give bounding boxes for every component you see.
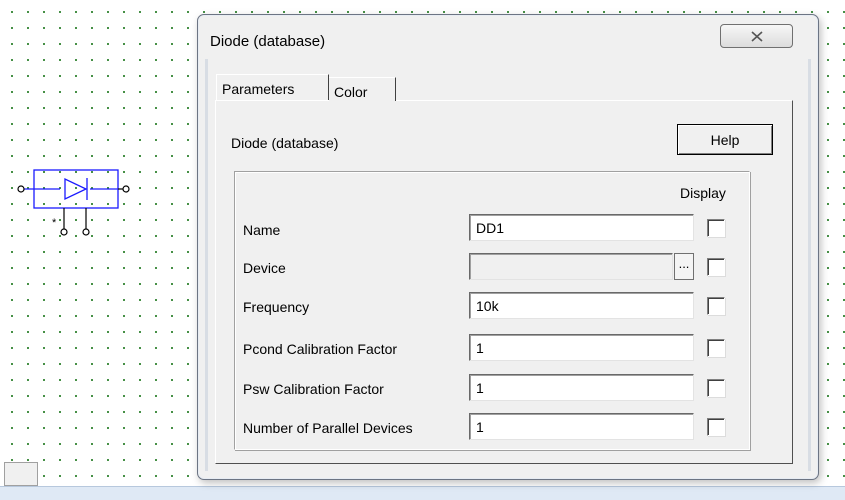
dialog-titlebar[interactable]: Diode (database) [198, 15, 818, 59]
frame-left [205, 59, 208, 471]
psw-calibration-field[interactable] [469, 374, 694, 401]
frequency-display-checkbox[interactable] [707, 297, 725, 315]
parallel-devices-field[interactable] [469, 413, 694, 440]
dialog-title: Diode (database) [210, 33, 326, 50]
pin-bottom-right-icon[interactable] [82, 228, 90, 236]
diode-symbol-icon[interactable] [22, 169, 119, 209]
pcond-calibration-label: Pcond Calibration Factor [243, 341, 398, 357]
psw-calibration-display-checkbox[interactable] [707, 379, 725, 397]
pin-marker: * [52, 217, 57, 229]
parallel-devices-display-checkbox[interactable] [707, 418, 725, 436]
frame-right [808, 59, 811, 471]
name-field[interactable] [469, 214, 694, 241]
display-header: Display [680, 185, 726, 201]
device-browse-button[interactable]: ... [674, 253, 694, 280]
psw-calibration-label: Psw Calibration Factor [243, 381, 384, 397]
tab-parameters[interactable]: Parameters [216, 74, 329, 100]
pin-bottom-left-icon[interactable] [60, 228, 68, 236]
status-bar [0, 486, 845, 500]
diode-component[interactable]: * [0, 0, 200, 260]
panel-title: Diode (database) [231, 135, 339, 151]
pcond-calibration-display-checkbox[interactable] [707, 339, 725, 357]
parallel-devices-label: Number of Parallel Devices [243, 420, 413, 436]
diode-properties-dialog: Diode (database) Parameters Color Diode … [197, 14, 819, 480]
tab-color[interactable]: Color [329, 77, 396, 101]
name-label: Name [243, 222, 281, 238]
tab-color-label: Color [334, 84, 368, 100]
pcond-calibration-field[interactable] [469, 334, 694, 361]
device-display-checkbox[interactable] [707, 258, 725, 276]
name-display-checkbox[interactable] [707, 219, 725, 237]
pin-left-icon[interactable] [17, 185, 25, 193]
close-icon [750, 30, 763, 42]
device-field [469, 253, 673, 280]
frequency-label: Frequency [243, 299, 310, 315]
frequency-field[interactable] [469, 292, 694, 319]
pin-right-icon[interactable] [122, 185, 130, 193]
tab-parameters-label: Parameters [222, 81, 295, 97]
help-button[interactable]: Help [677, 124, 773, 155]
device-label: Device [243, 260, 286, 276]
sheet-tab[interactable] [4, 462, 38, 486]
close-button[interactable] [720, 24, 793, 48]
help-button-label: Help [710, 131, 740, 148]
